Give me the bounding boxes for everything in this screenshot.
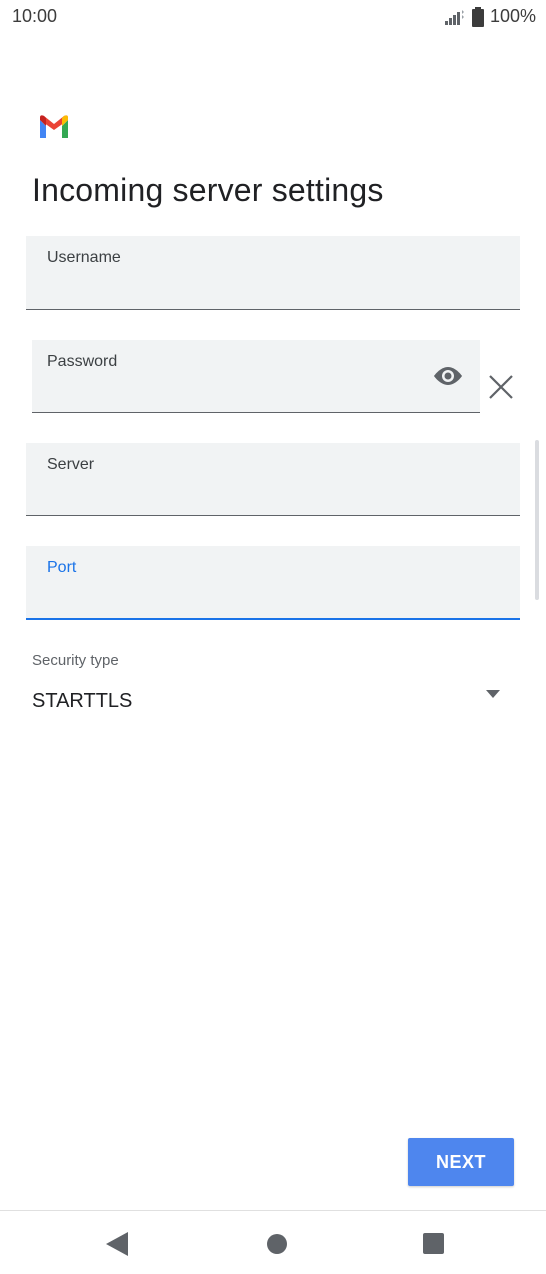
next-button[interactable]: NEXT — [408, 1138, 514, 1186]
server-label: Server — [47, 456, 95, 473]
dropdown-arrow-icon[interactable] — [486, 690, 500, 698]
security-type-select[interactable]: STARTTLS — [32, 690, 132, 713]
eye-icon[interactable] — [432, 364, 464, 388]
page-title: Incoming server settings — [32, 172, 384, 208]
nav-back-icon[interactable] — [106, 1232, 128, 1256]
username-field[interactable]: Username — [26, 236, 520, 310]
server-field[interactable]: Server — [26, 443, 520, 516]
port-label: Port — [47, 559, 77, 576]
scrollbar[interactable] — [535, 440, 539, 600]
password-label: Password — [47, 353, 118, 370]
security-type-label: Security type — [32, 652, 119, 669]
port-field[interactable]: Port — [26, 546, 520, 620]
status-time: 10:00 — [12, 6, 58, 26]
nav-recents-icon[interactable] — [423, 1233, 444, 1254]
password-field[interactable]: Password — [32, 340, 480, 413]
status-icons: 100% — [444, 6, 536, 27]
clear-icon[interactable] — [488, 374, 514, 400]
battery-level: 100% — [489, 6, 536, 26]
gmail-logo — [40, 115, 68, 138]
battery-icon — [471, 6, 484, 27]
signal-icon — [444, 9, 464, 25]
nav-divider — [0, 1210, 546, 1211]
nav-home-icon[interactable] — [266, 1233, 288, 1255]
username-label: Username — [47, 249, 121, 266]
